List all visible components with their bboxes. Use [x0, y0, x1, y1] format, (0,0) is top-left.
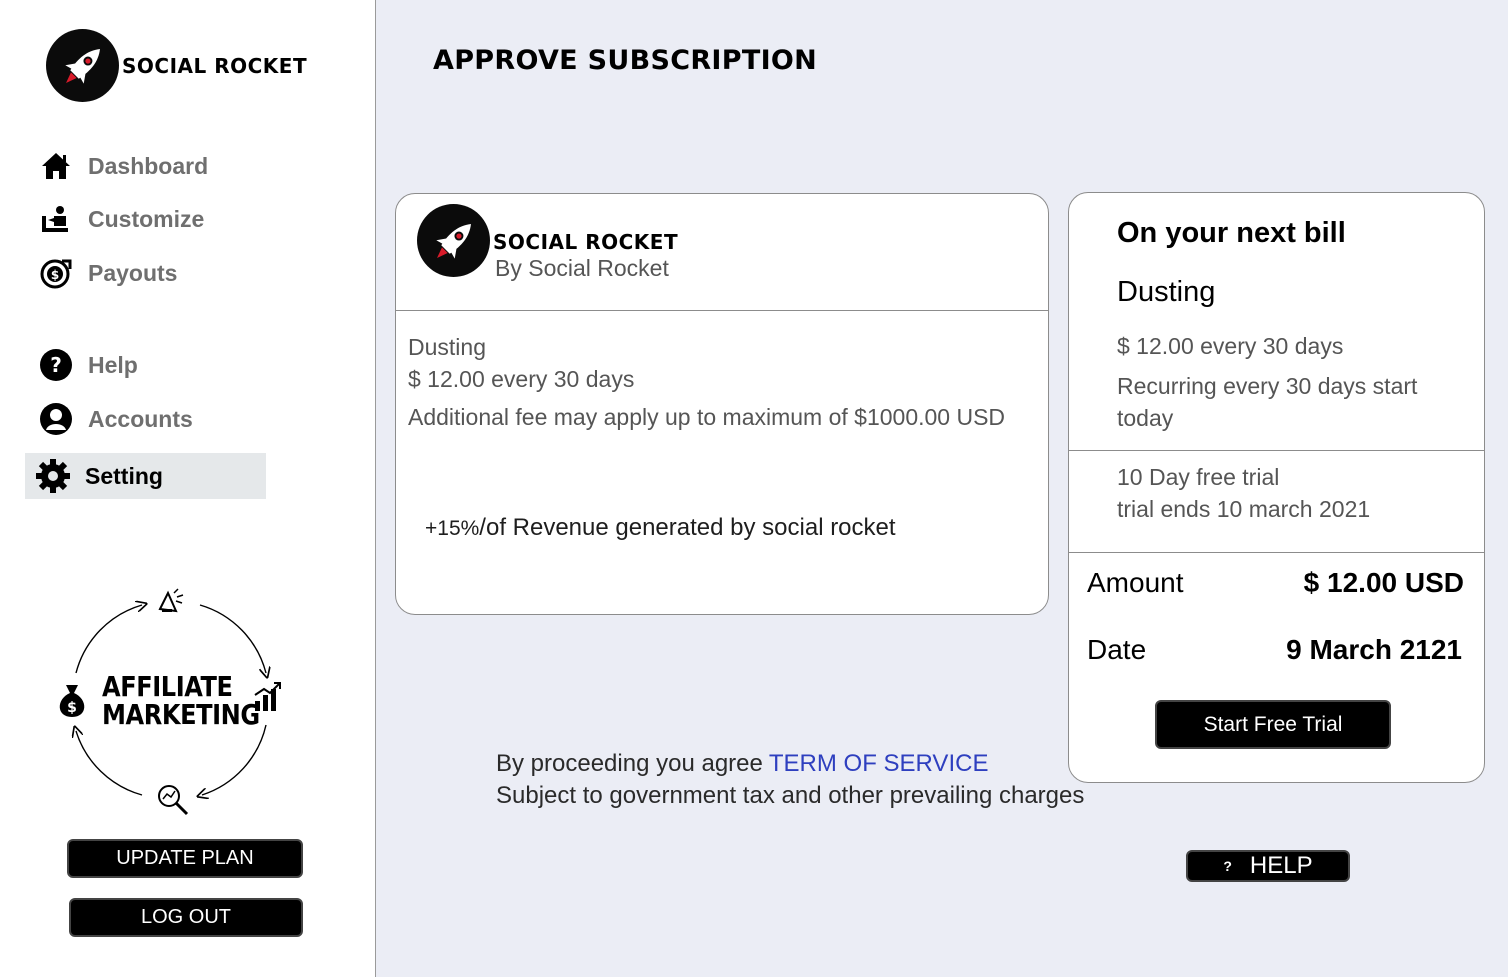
terms-of-service-link[interactable]: TERM OF SERVICE [769, 750, 989, 777]
sidebar-item-customize[interactable]: Customize [38, 201, 204, 237]
sidebar-item-setting[interactable]: Setting [25, 453, 266, 499]
date-row: Date 9 March 2121 [1087, 634, 1464, 666]
rocket-icon [417, 204, 490, 277]
rocket-icon [46, 29, 119, 102]
date-label: Date [1087, 634, 1147, 665]
next-bill-card: On your next bill Dusting $ 12.00 every … [1068, 192, 1485, 783]
question-icon: ? [1223, 858, 1232, 874]
home-icon [38, 148, 74, 184]
log-out-button[interactable]: LOG OUT [69, 898, 303, 937]
subscription-card: SOCIAL ROCKET By Social Rocket Dusting $… [395, 193, 1049, 615]
plan-name: Dusting [408, 334, 486, 360]
update-plan-button[interactable]: UPDATE PLAN [67, 839, 303, 878]
brand-name: SOCIAL ROCKET [122, 53, 308, 78]
sidebar-item-payouts[interactable]: $ Payouts [38, 255, 177, 291]
megaphone-icon [158, 588, 184, 613]
bill-price: $ 12.00 every 30 days [1117, 333, 1344, 359]
bill-recurring: Recurring every 30 days start today [1117, 373, 1418, 431]
svg-text:$: $ [67, 700, 77, 716]
bill-plan-name: Dusting [1117, 276, 1216, 308]
plan-price: $ 12.00 every 30 days [408, 366, 635, 392]
card-brand-by: By Social Rocket [495, 255, 669, 281]
trial-length: 10 Day free trial [1117, 464, 1280, 490]
subscription-card-header: SOCIAL ROCKET By Social Rocket [396, 194, 1048, 311]
trial-end: trial ends 10 march 2021 [1117, 496, 1371, 522]
payouts-icon: $ [38, 255, 74, 291]
sidebar-item-help[interactable]: ? Help [38, 347, 138, 383]
brand-logo[interactable]: SOCIAL ROCKET [46, 29, 307, 102]
amount-label: Amount [1087, 567, 1184, 598]
agreement-prefix: By proceeding you agree [496, 750, 763, 777]
tax-note: Subject to government tax and other prev… [496, 782, 1085, 809]
sidebar: SOCIAL ROCKET Dashboard Customize $ Payo… [0, 0, 376, 977]
gear-icon [35, 458, 71, 494]
help-button-label: HELP [1249, 852, 1313, 879]
next-bill-summary: On your next bill Dusting $ 12.00 every … [1069, 193, 1484, 451]
sidebar-item-accounts[interactable]: Accounts [38, 401, 193, 437]
amount-row: Amount $ 12.00 USD [1087, 567, 1464, 599]
affiliate-marketing-title: AFFILIATE MARKETING [102, 670, 260, 731]
revenue-percent: +15% [425, 517, 480, 540]
svg-text:?: ? [50, 353, 62, 377]
revenue-share: +15%/of Revenue generated by social rock… [425, 514, 896, 542]
start-free-trial-button[interactable]: Start Free Trial [1155, 700, 1391, 749]
user-icon [38, 401, 74, 437]
page-title: APPROVE SUBSCRIPTION [433, 45, 818, 76]
trial-info: 10 Day free trial trial ends 10 march 20… [1069, 451, 1484, 553]
agreement-text: By proceeding you agree TERM OF SERVICE S… [496, 748, 1084, 812]
sidebar-item-dashboard[interactable]: Dashboard [38, 148, 208, 184]
money-bag-icon: $ [59, 685, 85, 717]
date-value: 9 March 2121 [1286, 634, 1462, 665]
affiliate-marketing-graphic: $ AFFILIATE MARKETING [50, 585, 290, 817]
help-button[interactable]: ? HELP [1186, 850, 1350, 882]
customize-icon [38, 201, 74, 237]
svg-text:$: $ [51, 268, 59, 282]
question-icon: ? [38, 347, 74, 383]
revenue-text: /of Revenue generated by social rocket [479, 514, 896, 541]
card-brand-name: SOCIAL ROCKET [493, 230, 679, 254]
next-bill-heading: On your next bill [1117, 217, 1346, 249]
amount-value: $ 12.00 USD [1303, 567, 1464, 598]
fee-note: Additional fee may apply up to maximum o… [408, 404, 1006, 430]
analytics-search-icon [158, 785, 189, 816]
